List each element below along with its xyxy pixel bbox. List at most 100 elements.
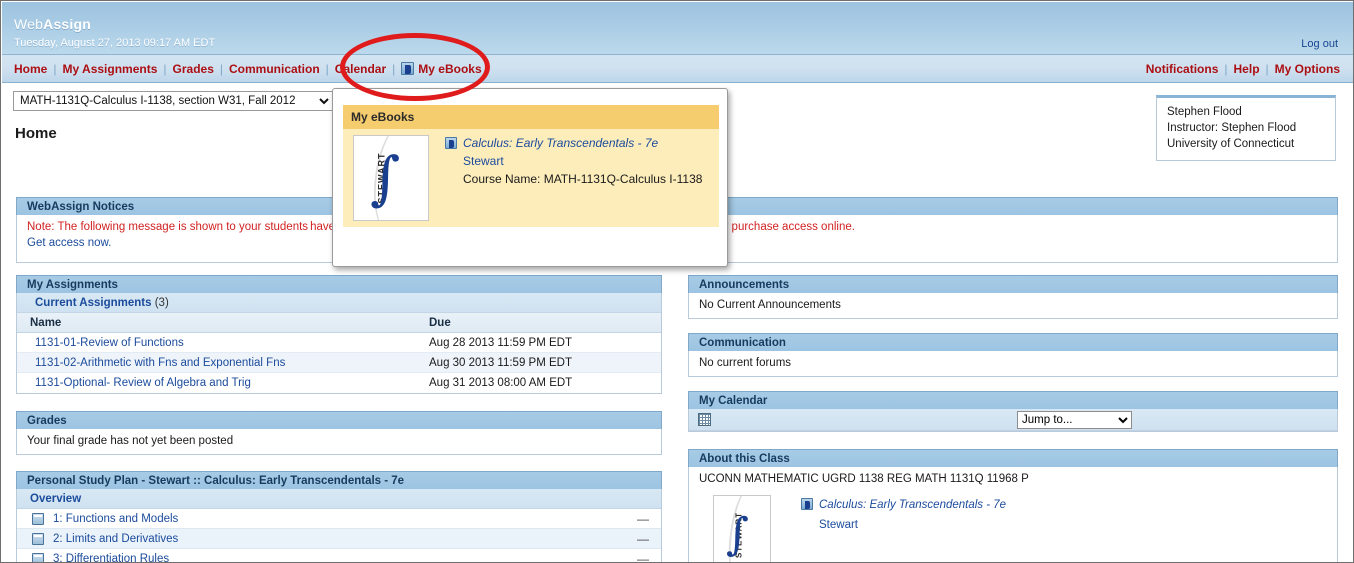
app-logo-prefix: Web: [14, 16, 44, 32]
grades-message: Your final grade has not yet been posted: [27, 435, 234, 447]
ebook-icon: [401, 62, 415, 75]
ebook-icon: [445, 137, 457, 149]
assignment-due-date: Aug 31 2013 08:00 AM EDT: [429, 377, 573, 389]
my-calendar-panel: My Calendar Jump to...: [688, 391, 1338, 432]
communication-body: No current forums: [688, 351, 1338, 377]
column-header-due: Due: [429, 317, 451, 329]
communication-panel: Communication No current forums: [688, 333, 1338, 377]
nav-item-my-ebooks[interactable]: My eBooks: [401, 62, 482, 76]
communication-title: Communication: [688, 333, 1338, 351]
grades-title: Grades: [16, 411, 662, 429]
nav-item-my-options[interactable]: My Options: [1275, 62, 1340, 76]
study-plan-title: Personal Study Plan - Stewart :: Calculu…: [16, 471, 662, 489]
my-calendar-title: My Calendar: [688, 391, 1338, 409]
nav-item-communication[interactable]: Communication: [229, 62, 320, 76]
chapter-status: —: [637, 552, 649, 563]
jump-to-select[interactable]: Jump to...: [1017, 411, 1132, 429]
app-logo-suffix: Assign: [43, 16, 92, 32]
assignment-due-date: Aug 30 2013 11:59 PM EDT: [429, 357, 572, 369]
chapter-status: —: [637, 512, 649, 526]
cover-integral-glyph: ∫: [726, 509, 749, 560]
assignment-link[interactable]: 1131-02-Arithmetic with Fns and Exponent…: [35, 353, 285, 373]
my-ebooks-flyout-title: My eBooks: [343, 105, 719, 129]
my-assignments-title: My Assignments: [16, 275, 662, 293]
notice-warning-text: Note: The following message is shown to …: [27, 221, 309, 233]
nav-separator: |: [219, 62, 223, 76]
webassign-home-screenshot: WebAssign Tuesday, August 27, 2013 09:17…: [0, 0, 1354, 563]
get-access-now-link[interactable]: Get access now.: [27, 237, 111, 249]
announcements-message: No Current Announcements: [699, 299, 841, 311]
student-name: Stephen Flood: [1167, 106, 1242, 118]
about-this-class-body: UCONN MATHEMATIC UGRD 1138 REG MATH 1131…: [688, 467, 1338, 562]
announcements-panel: Announcements No Current Announcements: [688, 275, 1338, 319]
flyout-textbook-author[interactable]: Stewart: [445, 152, 702, 170]
nav-separator: |: [163, 62, 167, 76]
chapter-icon: [32, 533, 44, 545]
grades-body: Your final grade has not yet been posted: [16, 429, 662, 455]
cover-integral-glyph: ∫: [369, 144, 401, 212]
current-datetime: Tuesday, August 27, 2013 09:17 AM EDT: [14, 37, 216, 49]
nav-item-help[interactable]: Help: [1234, 62, 1260, 76]
table-row[interactable]: 1131-01-Review of Functions Aug 28 2013 …: [17, 333, 661, 353]
nav-item-notifications[interactable]: Notifications: [1146, 62, 1219, 76]
nav-item-calendar[interactable]: Calendar: [335, 62, 386, 76]
my-calendar-body: Jump to...: [688, 409, 1338, 432]
table-row[interactable]: 1131-02-Arithmetic with Fns and Exponent…: [17, 353, 661, 373]
flyout-course-name: Course Name: MATH-1131Q-Calculus I-1138: [463, 172, 703, 186]
nav-separator: |: [1224, 62, 1228, 76]
chapter-link[interactable]: 3: Differentiation Rules: [53, 549, 169, 562]
calendar-icon[interactable]: [698, 413, 711, 426]
announcements-body: No Current Announcements: [688, 293, 1338, 319]
current-assignments-label: Current Assignments: [35, 297, 152, 309]
my-ebooks-flyout-body: STEWART ∫ Calculus: Early Transcendental…: [343, 129, 719, 227]
course-selector[interactable]: MATH-1131Q-Calculus I-1138, section W31,…: [13, 91, 333, 111]
personal-study-plan-panel: Personal Study Plan - Stewart :: Calculu…: [16, 471, 662, 563]
study-plan-body: Overview 1: Functions and Models — 2: Li…: [16, 489, 662, 563]
flyout-textbook-title-row[interactable]: Calculus: Early Transcendentals - 7e: [445, 135, 702, 152]
my-ebooks-flyout-text: Calculus: Early Transcendentals - 7e Ste…: [445, 135, 702, 189]
textbook-cover-image: STEWART ∫: [353, 135, 429, 221]
grades-panel: Grades Your final grade has not yet been…: [16, 411, 662, 455]
textbook-author-link[interactable]: Stewart: [819, 519, 858, 531]
about-class-book-info: Calculus: Early Transcendentals - 7e Ste…: [801, 495, 1006, 535]
about-this-class-panel: About this Class UCONN MATHEMATIC UGRD 1…: [688, 449, 1338, 562]
app-header: WebAssign Tuesday, August 27, 2013 09:17…: [2, 2, 1353, 55]
nav-item-my-ebooks-label: My eBooks: [418, 62, 482, 76]
nav-right-group: Notifications | Help | My Options: [1146, 55, 1340, 83]
nav-separator: |: [53, 62, 57, 76]
calendar-toolbar: Jump to...: [689, 409, 1337, 431]
app-logo: WebAssign: [14, 16, 91, 32]
list-item[interactable]: 3: Differentiation Rules —: [17, 549, 661, 563]
nav-separator: |: [392, 62, 396, 76]
my-assignments-body: Current Assignments (3) Name Due 1131-01…: [16, 293, 662, 394]
list-item[interactable]: 1: Functions and Models —: [17, 509, 661, 529]
table-row[interactable]: 1131-Optional- Review of Algebra and Tri…: [17, 373, 661, 393]
list-item[interactable]: 2: Limits and Derivatives —: [17, 529, 661, 549]
column-header-name: Name: [30, 317, 62, 329]
assignment-link[interactable]: 1131-01-Review of Functions: [35, 333, 184, 353]
class-description: UCONN MATHEMATIC UGRD 1138 REG MATH 1131…: [699, 473, 1029, 485]
study-plan-overview-subheader[interactable]: Overview: [17, 489, 661, 509]
my-assignments-panel: My Assignments Current Assignments (3) N…: [16, 275, 662, 394]
assignment-due-date: Aug 28 2013 11:59 PM EDT: [429, 337, 572, 349]
page-title: Home: [15, 125, 57, 142]
nav-left-group: Home | My Assignments | Grades | Communi…: [14, 55, 482, 83]
main-navigation: Home | My Assignments | Grades | Communi…: [2, 55, 1353, 83]
chapter-link[interactable]: 1: Functions and Models: [53, 509, 178, 529]
textbook-title-link[interactable]: Calculus: Early Transcendentals - 7e: [819, 499, 1006, 511]
instructor-name: Instructor: Stephen Flood: [1167, 122, 1297, 134]
assignments-column-headers: Name Due: [17, 313, 661, 333]
overview-label: Overview: [30, 493, 82, 505]
logout-link[interactable]: Log out: [1301, 38, 1338, 50]
current-assignments-count: (3): [154, 297, 169, 309]
chapter-status: —: [637, 532, 649, 546]
nav-separator: |: [325, 62, 329, 76]
nav-item-grades[interactable]: Grades: [173, 62, 214, 76]
institution-name: University of Connecticut: [1167, 138, 1295, 150]
current-assignments-subheader[interactable]: Current Assignments (3): [17, 293, 661, 313]
nav-item-home[interactable]: Home: [14, 62, 47, 76]
nav-item-my-assignments[interactable]: My Assignments: [62, 62, 157, 76]
chapter-link[interactable]: 2: Limits and Derivatives: [53, 529, 178, 549]
assignment-link[interactable]: 1131-Optional- Review of Algebra and Tri…: [35, 373, 251, 393]
ebook-icon: [801, 498, 813, 510]
